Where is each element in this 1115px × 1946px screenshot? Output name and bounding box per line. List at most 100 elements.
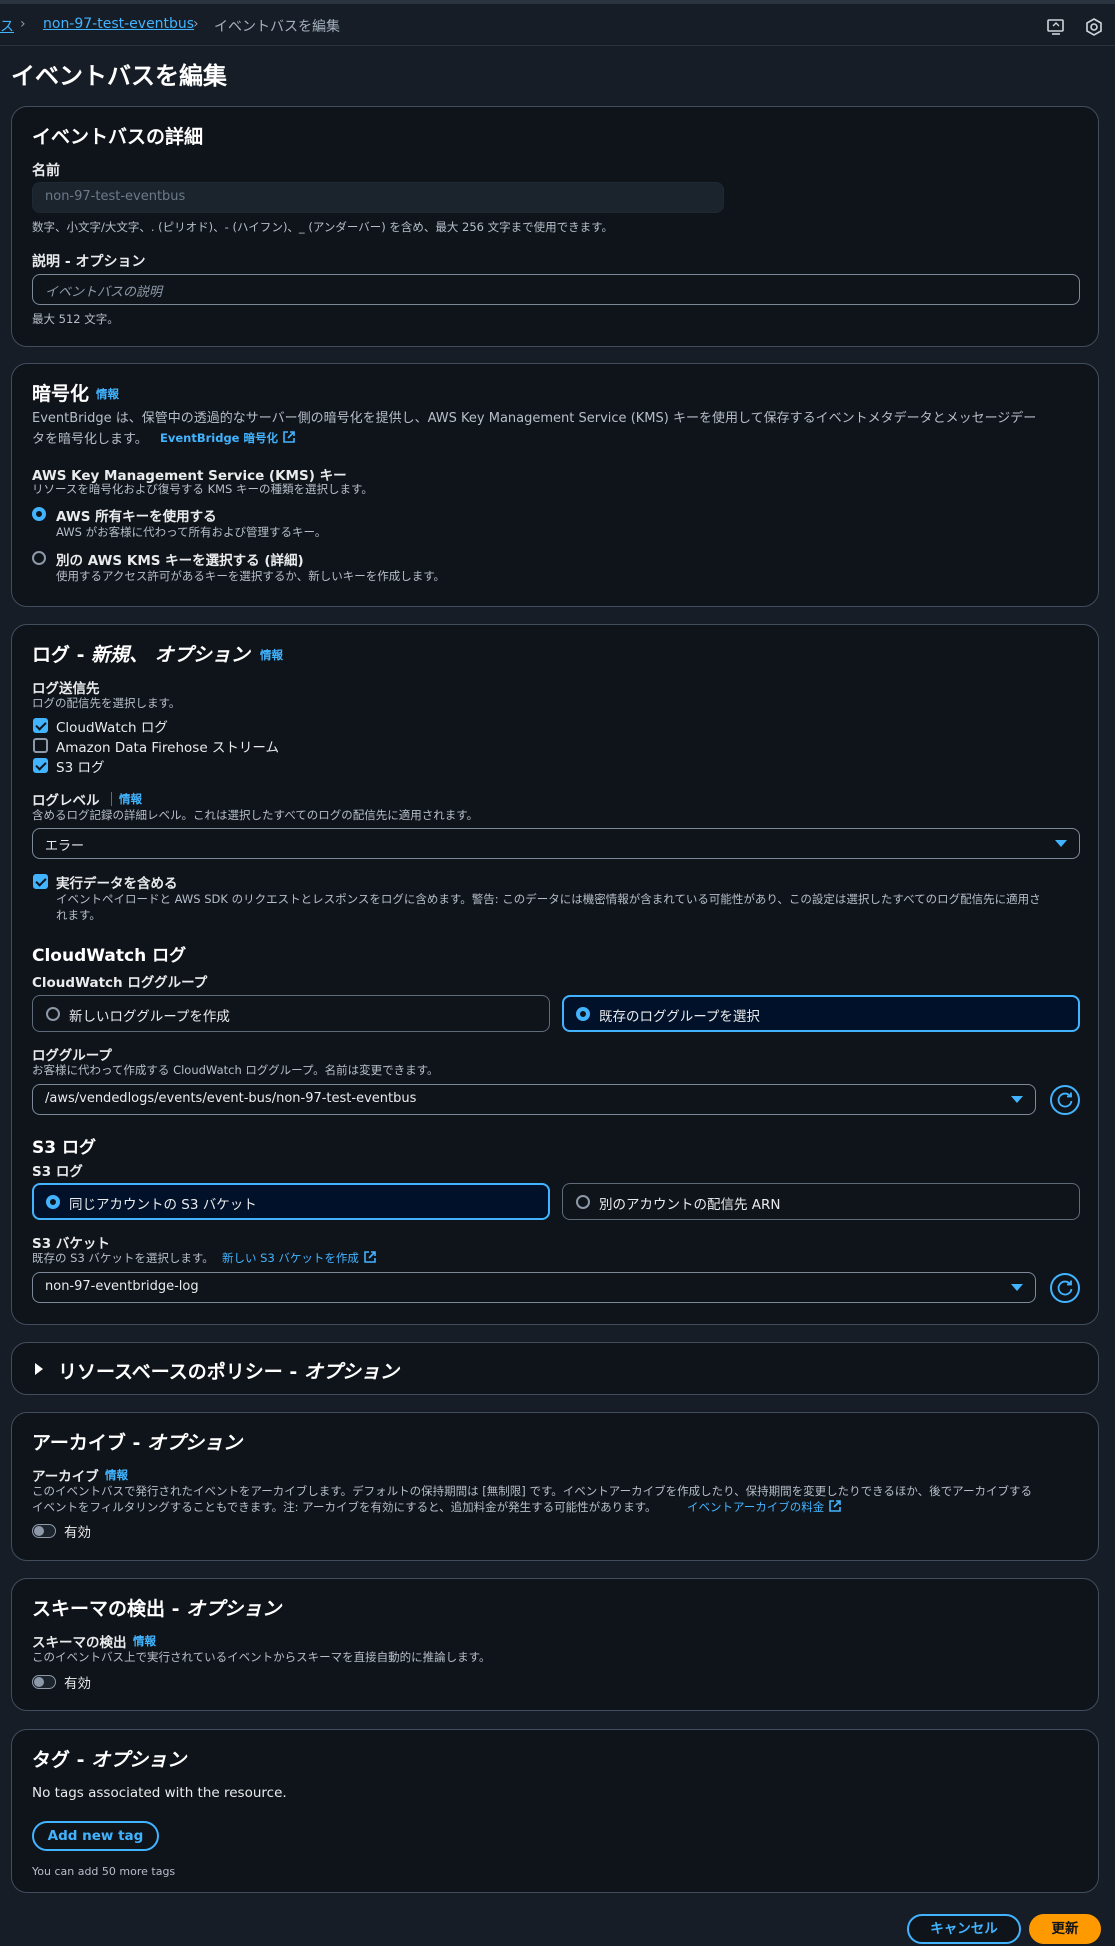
other-account-arn-radio[interactable] <box>576 1195 590 1209</box>
existing-log-group-label: 既存のロググループを選択 <box>599 1009 760 1025</box>
details-panel: イベントバスの詳細 名前 non-97-test-eventbus 数字、小文字… <box>11 106 1099 347</box>
s3-bucket-label: S3 バケット <box>32 1236 110 1252</box>
log-level-desc: 含めるログ記録の詳細レベル。これは選択したすべてのログの配信先に適用されます。 <box>32 808 479 822</box>
breadcrumb-separator-icon: › <box>193 16 199 32</box>
cloudwatch-log-group-label: CloudWatch ロググループ <box>32 975 208 991</box>
kms-aws-owned-label: AWS 所有キーを使用する <box>56 509 217 525</box>
existing-log-group-tile[interactable]: 既存のロググループを選択 <box>562 995 1080 1032</box>
resource-policy-heading: リソースベースのポリシー - オプション <box>58 1357 399 1384</box>
description-placeholder: イベントバスの説明 <box>45 285 163 300</box>
log-level-info-link[interactable]: 情報 <box>119 791 142 807</box>
encryption-info-link[interactable]: 情報 <box>96 386 119 402</box>
firehose-checkbox[interactable] <box>33 738 48 753</box>
name-field: non-97-test-eventbus <box>32 182 724 213</box>
breadcrumb-current: イベントバスを編集 <box>214 19 340 35</box>
same-account-bucket-radio[interactable] <box>46 1195 60 1209</box>
chevron-down-icon <box>1011 1096 1023 1103</box>
encryption-doc-link[interactable]: EventBridge 暗号化 <box>160 430 296 446</box>
archive-panel: アーカイブ - オプション アーカイブ 情報 このイベントバスで発行されたイベン… <box>11 1412 1099 1561</box>
archive-toggle-label: 有効 <box>64 1525 91 1541</box>
log-level-label: ログレベル <box>32 793 100 809</box>
logs-info-link[interactable]: 情報 <box>260 647 283 663</box>
external-link-icon <box>829 1500 841 1512</box>
create-log-group-tile[interactable]: 新しいロググループを作成 <box>32 995 550 1032</box>
log-group-select[interactable]: /aws/vendedlogs/events/event-bus/non-97-… <box>32 1084 1036 1115</box>
chevron-down-icon <box>1011 1284 1023 1291</box>
description-label: 説明 - オプション <box>32 254 146 270</box>
name-label: 名前 <box>32 163 60 179</box>
logs-heading-prefix: ログ - <box>32 644 92 666</box>
tags-remaining-hint: You can add 50 more tags <box>32 1865 176 1878</box>
tags-empty-message: No tags associated with the resource. <box>32 1785 287 1801</box>
schema-heading-em: オプション <box>186 1598 282 1620</box>
s3-bucket-select[interactable]: non-97-eventbridge-log <box>32 1272 1036 1303</box>
update-button[interactable]: 更新 <box>1029 1914 1101 1944</box>
archive-pricing-link[interactable]: イベントアーカイブの料金 <box>687 1499 842 1515</box>
firehose-checkbox-label: Amazon Data Firehose ストリーム <box>56 740 280 756</box>
log-level-select[interactable]: エラー <box>32 828 1080 859</box>
settings-icon[interactable] <box>1084 17 1104 37</box>
archive-desc1: このイベントバスで発行されたイベントをアーカイブします。デフォルトの保持期間は … <box>32 1484 1032 1498</box>
log-destination-label: ログ送信先 <box>32 681 100 697</box>
kms-desc: リソースを暗号化および復号する KMS キーの種類を選択します。 <box>32 482 373 496</box>
include-execution-data-checkbox[interactable] <box>33 874 48 889</box>
schema-heading-prefix: スキーマの検出 - <box>32 1598 187 1620</box>
page-title: イベントバスを編集 <box>11 62 227 90</box>
schema-toggle[interactable] <box>32 1675 56 1689</box>
breadcrumb-bus-link[interactable]: non-97-test-eventbus <box>43 16 194 32</box>
encryption-desc-line1: EventBridge は、保管中の透過的なサーバー側の暗号化を提供し、AWS … <box>32 411 1037 426</box>
archive-heading: アーカイブ - オプション <box>32 1428 242 1455</box>
log-group-select-value: /aws/vendedlogs/events/event-bus/non-97-… <box>45 1091 417 1106</box>
create-log-group-radio[interactable] <box>46 1007 60 1021</box>
create-s3-bucket-link[interactable]: 新しい S3 バケットを作成 <box>222 1250 377 1266</box>
breadcrumb-separator-icon: › <box>20 16 26 32</box>
kms-custom-radio[interactable] <box>32 551 46 565</box>
tags-heading-prefix: タグ - <box>32 1749 92 1771</box>
archive-info-link[interactable]: 情報 <box>105 1467 128 1483</box>
resource-policy-panel[interactable]: リソースベースのポリシー - オプション <box>11 1342 1099 1395</box>
existing-log-group-radio[interactable] <box>576 1007 590 1021</box>
logs-panel: ログ - 新規、 オプション 情報 ログ送信先 ログの配信先を選択します。 Cl… <box>11 624 1099 1325</box>
logs-heading: ログ - 新規、 オプション <box>32 640 250 667</box>
caret-right-icon <box>35 1363 43 1375</box>
s3-logs-checkbox[interactable] <box>33 758 48 773</box>
tags-heading: タグ - オプション <box>32 1745 186 1772</box>
tags-panel: タグ - オプション No tags associated with the r… <box>11 1729 1099 1893</box>
encryption-panel: 暗号化 情報 EventBridge は、保管中の透過的なサーバー側の暗号化を提… <box>11 363 1099 607</box>
cloudwatch-logs-checkbox-label: CloudWatch ログ <box>56 720 168 736</box>
archive-heading-prefix: アーカイブ - <box>32 1432 147 1454</box>
kms-aws-owned-radio[interactable] <box>32 507 46 521</box>
cloudwatch-logs-heading: CloudWatch ログ <box>32 946 187 966</box>
archive-toggle[interactable] <box>32 1524 56 1538</box>
refresh-log-groups-button[interactable] <box>1050 1085 1080 1115</box>
name-hint: 数字、小文字/大文字、. (ピリオド)、- (ハイフン)、_ (アンダーバー) … <box>32 220 614 234</box>
same-account-bucket-label: 同じアカウントの S3 バケット <box>69 1197 257 1213</box>
archive-pricing-link-label: イベントアーカイブの料金 <box>687 1500 825 1514</box>
schema-panel: スキーマの検出 - オプション スキーマの検出 情報 このイベントバス上で実行さ… <box>11 1578 1099 1711</box>
screen-icon[interactable] <box>1046 17 1066 37</box>
other-account-arn-tile[interactable]: 別のアカウントの配信先 ARN <box>562 1183 1080 1220</box>
log-destination-desc: ログの配信先を選択します。 <box>32 696 181 710</box>
name-field-value: non-97-test-eventbus <box>45 189 186 204</box>
cancel-button[interactable]: キャンセル <box>907 1914 1021 1944</box>
refresh-icon <box>1057 1092 1073 1108</box>
same-account-bucket-tile[interactable]: 同じアカウントの S3 バケット <box>32 1183 550 1220</box>
s3-bucket-desc: 既存の S3 バケットを選択します。 <box>32 1251 214 1265</box>
schema-info-link[interactable]: 情報 <box>133 1633 156 1649</box>
s3-logs-checkbox-label: S3 ログ <box>56 760 105 776</box>
encryption-desc-line2: タを暗号化します。 <box>32 432 148 447</box>
add-new-tag-button[interactable]: Add new tag <box>32 1821 159 1851</box>
log-level-select-value: エラー <box>45 839 85 854</box>
details-heading: イベントバスの詳細 <box>32 126 204 148</box>
resource-policy-heading-prefix: リソースベースのポリシー - <box>58 1361 304 1383</box>
description-input[interactable]: イベントバスの説明 <box>32 274 1080 305</box>
kms-custom-label: 別の AWS KMS キーを選択する (詳細) <box>56 553 304 569</box>
log-level-divider <box>111 792 112 806</box>
cloudwatch-logs-checkbox[interactable] <box>33 718 48 733</box>
breadcrumb-parent-link[interactable]: ス <box>0 16 14 36</box>
refresh-buckets-button[interactable] <box>1050 1273 1080 1303</box>
external-link-icon <box>283 431 295 443</box>
create-log-group-label: 新しいロググループを作成 <box>69 1009 230 1025</box>
archive-desc2: イベントをフィルタリングすることもできます。注: アーカイブを有効にすると、追加… <box>32 1500 657 1514</box>
logs-heading-em: 新規、 オプション <box>91 644 250 666</box>
